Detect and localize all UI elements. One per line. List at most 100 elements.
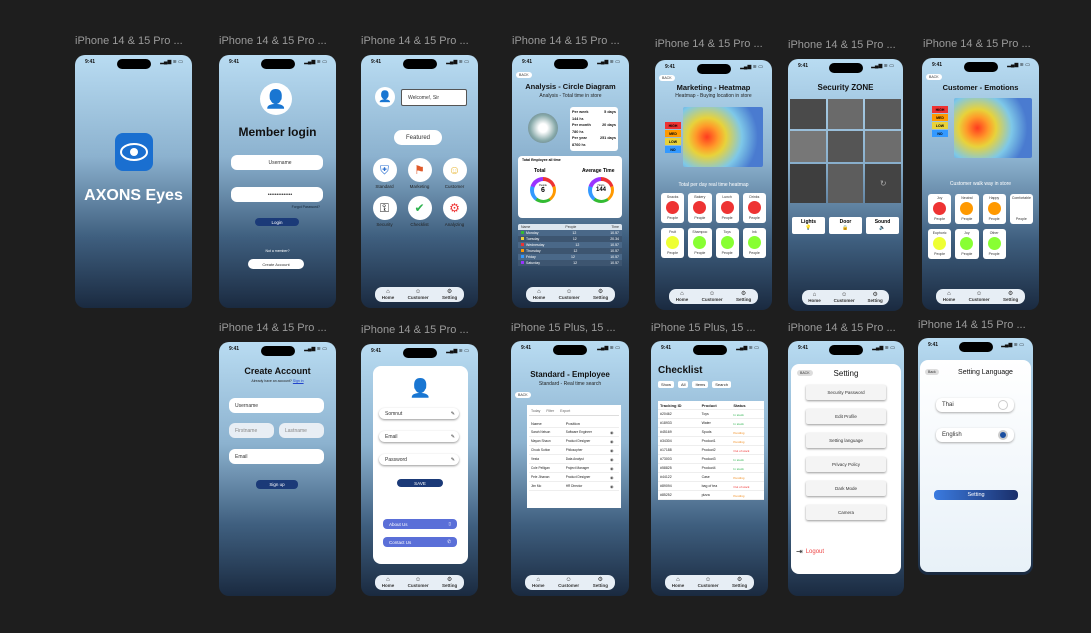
table-row[interactable]: Chuck Sutton Philosopher ◉ [529, 445, 619, 455]
eye-icon[interactable]: ◉ [608, 436, 619, 446]
table-row[interactable]: Sarah Nelson Software Engineer ◉ [529, 427, 619, 437]
table-row[interactable]: Mayan Shaun Product Designer ◉ [529, 436, 619, 446]
camera-feed[interactable] [790, 99, 826, 130]
emotion-card[interactable]: Happy People [982, 194, 1006, 224]
nav-customer[interactable]: ☺ Customer [559, 289, 580, 300]
zone-card[interactable]: Drinks People [742, 193, 766, 223]
setting-item[interactable]: Dark Mode [806, 481, 886, 496]
back-button[interactable]: BACK [516, 72, 532, 78]
forgot-password-link[interactable]: Forgot Password? [292, 205, 320, 209]
toolbar-button[interactable]: Filter [546, 409, 554, 413]
nav-home[interactable]: ⌂ Home [382, 577, 395, 588]
table-row[interactable]: #20462 Toys In stock [658, 409, 764, 419]
pencil-icon[interactable]: ✎ [451, 411, 455, 417]
zone-card[interactable]: Fruit People [661, 228, 685, 258]
logout-button[interactable]: ⇥ Logout [796, 547, 824, 556]
create-account-button[interactable]: Create Account [248, 259, 304, 269]
eye-icon[interactable]: ◉ [608, 454, 619, 464]
eye-icon[interactable]: ◉ [608, 463, 619, 473]
filter-control[interactable]: Search [712, 381, 731, 388]
nav-setting[interactable]: ⚙ Setting [732, 577, 747, 588]
radio-checked-icon[interactable] [998, 430, 1008, 440]
back-button[interactable]: BACK [659, 75, 675, 81]
setting-item[interactable]: Security Password [806, 385, 886, 400]
email-input[interactable]: Email [229, 449, 324, 464]
feature-marketing[interactable]: ⚑ Marketing [402, 158, 437, 189]
camera-feed[interactable] [790, 163, 826, 203]
nav-setting[interactable]: ⚙ Setting [442, 289, 457, 300]
signin-link[interactable]: Sign in [293, 379, 304, 383]
nav-customer[interactable]: ☺ Customer [698, 577, 719, 588]
password-field[interactable]: Password ✎ [379, 454, 459, 465]
zone-card[interactable]: Ink People [742, 228, 766, 258]
firstname-input[interactable]: Firstname [229, 423, 274, 438]
signup-button[interactable]: Sign up [256, 480, 298, 489]
emotion-card[interactable]: Joy People [928, 194, 952, 224]
back-button[interactable]: BACK [515, 392, 531, 398]
nav-setting[interactable]: ⚙ Setting [868, 292, 883, 303]
table-row[interactable]: Cole Pelligan Project Manager ◉ [529, 463, 619, 473]
refresh-icon[interactable]: ↻ [865, 163, 901, 203]
setting-item[interactable]: Privacy Policy [806, 457, 886, 472]
email-field[interactable]: Email ✎ [379, 431, 459, 442]
table-row[interactable]: #58825 Product4 In stock [658, 463, 764, 473]
nav-home[interactable]: ⌂ Home [943, 291, 956, 302]
emotion-card[interactable]: Euphoric People [928, 229, 952, 259]
table-row[interactable]: #44122 Case Pending [658, 472, 764, 482]
pencil-icon[interactable]: ✎ [451, 457, 455, 463]
camera-feed[interactable] [865, 131, 901, 162]
nav-home[interactable]: ⌂ Home [533, 289, 546, 300]
filter-control[interactable]: Show [658, 381, 675, 388]
username-input[interactable]: Username [229, 398, 324, 413]
nav-customer[interactable]: ☺ Customer [969, 291, 990, 302]
zone-card[interactable]: Bakery People [688, 193, 712, 223]
nav-setting[interactable]: ⚙ Setting [736, 291, 751, 302]
nav-setting[interactable]: ⚙ Setting [593, 289, 608, 300]
table-row[interactable]: #73003 Product3 In stock [658, 454, 764, 464]
emotion-card[interactable]: Neutral People [955, 194, 979, 224]
setting-button[interactable]: Setting [934, 490, 1018, 500]
feature-customer[interactable]: ☺ Customer [437, 158, 472, 189]
feature-standard[interactable]: ⛨ Standard [367, 158, 402, 189]
contact-button[interactable]: Contact Us ✆ [383, 537, 457, 547]
eye-icon[interactable]: ◉ [608, 472, 619, 482]
camera-feed[interactable] [790, 131, 826, 162]
nav-customer[interactable]: ☺ Customer [408, 577, 429, 588]
username-input[interactable]: Username [231, 155, 323, 170]
toolbar-button[interactable]: Export [560, 409, 570, 413]
nav-setting[interactable]: ⚙ Setting [442, 577, 457, 588]
eye-icon[interactable]: ◉ [608, 427, 619, 437]
table-row[interactable]: #18933 Water In stock [658, 418, 764, 428]
nav-customer[interactable]: ☺ Customer [702, 291, 723, 302]
feature-analyzing[interactable]: ⚙ Analyzing [437, 196, 472, 227]
login-button[interactable]: Login [255, 218, 299, 226]
eye-icon[interactable]: ◉ [608, 445, 619, 455]
toolbar-button[interactable]: Today [531, 409, 540, 413]
nav-customer[interactable]: ☺ Customer [408, 289, 429, 300]
zone-card[interactable]: Shampoo People [688, 228, 712, 258]
table-row[interactable]: Pele Jihanan Product Designer ◉ [529, 472, 619, 482]
radio-unchecked-icon[interactable] [998, 400, 1008, 410]
lights-toggle[interactable]: Lights 💡 [792, 217, 825, 234]
feature-checklist[interactable]: ✔ Checklist [402, 196, 437, 227]
nav-setting[interactable]: ⚙ Setting [593, 577, 608, 588]
about-button[interactable]: About Us ▯ [383, 519, 457, 529]
camera-feed[interactable] [827, 163, 864, 203]
featured-label[interactable]: Featured [394, 130, 442, 145]
language-option-thai[interactable]: Thai [936, 398, 1014, 412]
setting-item[interactable]: Edit Profile [806, 409, 886, 424]
filter-control[interactable]: All [678, 381, 689, 388]
save-button[interactable]: SAVE [397, 479, 443, 487]
camera-feed[interactable] [865, 99, 901, 130]
table-row[interactable]: Vesta Data Analyst ◉ [529, 454, 619, 464]
zone-card[interactable]: Lunch People [715, 193, 739, 223]
lastname-input[interactable]: Lastname [279, 423, 324, 438]
nav-home[interactable]: ⌂ Home [672, 577, 685, 588]
table-row[interactable]: Jim Mo HR Director ◉ [529, 481, 619, 491]
table-row[interactable]: #85252 pizza Pending [658, 490, 764, 500]
door-toggle[interactable]: Door 🔒 [829, 217, 862, 234]
sound-toggle[interactable]: Sound 🔈 [866, 217, 899, 234]
nav-setting[interactable]: ⚙ Setting [1003, 291, 1018, 302]
table-row[interactable]: #34304 Product1 Pending [658, 436, 764, 446]
emotion-card[interactable]: Comfortable People [1009, 194, 1033, 224]
